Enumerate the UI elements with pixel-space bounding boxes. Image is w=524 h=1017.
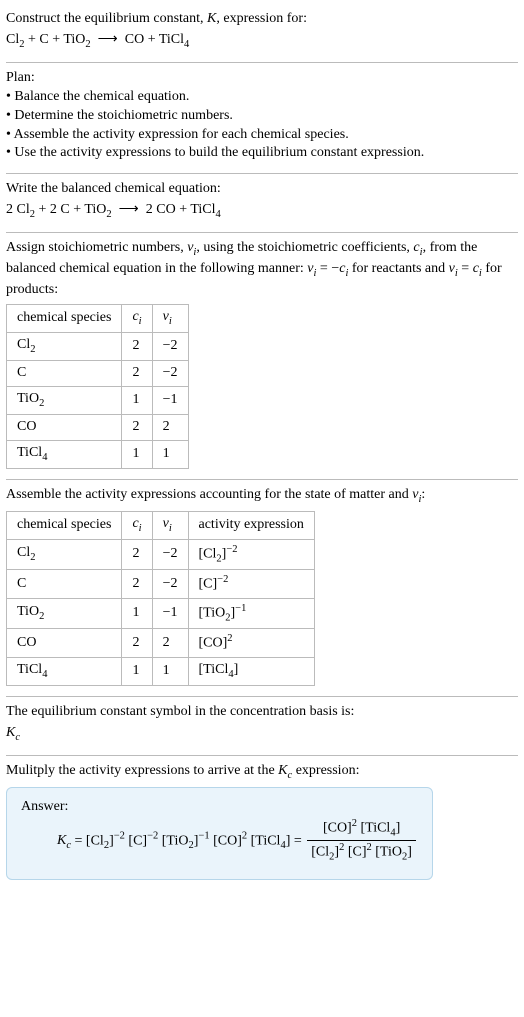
table-row: TiCl4 1 1 [7,440,189,468]
kc-symbol: Kc [6,724,518,745]
activity-table: chemical species ci νi activity expressi… [6,511,315,686]
col-ci: ci [122,511,152,539]
cell-species: TiCl4 [7,440,122,468]
stoichiometric-numbers-section: Assign stoichiometric numbers, νi, using… [6,233,518,479]
cell-species: CO [7,414,122,440]
cell-species: Cl2 [7,332,122,360]
kc-symbol-section: The equilibrium constant symbol in the c… [6,697,518,756]
problem-line-1: Construct the equilibrium constant, K, e… [6,10,518,29]
table-row: Cl2 2 −2 [Cl2]−2 [7,539,315,570]
stoich-table: chemical species ci νi Cl2 2 −2 C 2 −2 T… [6,304,189,469]
cell-activity: [TiO2]−1 [188,598,314,629]
cell-species: C [7,570,122,599]
balanced-equation-label: Write the balanced chemical equation: [6,180,518,199]
table-header-row: chemical species ci νi activity expressi… [7,511,315,539]
balanced-equation: 2 Cl2 + 2 C + TiO2 ⟶ 2 CO + TiCl4 [6,201,518,222]
cell-ci: 2 [122,539,152,570]
cell-nui: −2 [152,539,188,570]
cell-ci: 2 [122,332,152,360]
col-species: chemical species [7,511,122,539]
cell-ci: 1 [122,386,152,414]
cell-activity: [CO]2 [188,629,314,658]
plan: Plan: • Balance the chemical equation. •… [6,63,518,174]
fraction-denominator: [Cl2]2 [C]2 [TiO2] [307,841,416,865]
cell-nui: −1 [152,598,188,629]
cell-species: C [7,360,122,386]
cell-nui: −2 [152,360,188,386]
cell-ci: 2 [122,414,152,440]
cell-ci: 1 [122,657,152,685]
table-row: Cl2 2 −2 [7,332,189,360]
balanced-equation-section: Write the balanced chemical equation: 2 … [6,174,518,233]
table-row: C 2 −2 [C]−2 [7,570,315,599]
problem-statement: Construct the equilibrium constant, K, e… [6,4,518,63]
activity-intro: Assemble the activity expressions accoun… [6,486,518,507]
activity-expressions-section: Assemble the activity expressions accoun… [6,480,518,697]
stoich-intro: Assign stoichiometric numbers, νi, using… [6,239,518,300]
final-section: Mulitply the activity expressions to arr… [6,756,518,890]
plan-item-4: • Use the activity expressions to build … [6,144,518,163]
col-nui: νi [152,305,188,333]
cell-activity: [Cl2]−2 [188,539,314,570]
cell-nui: −2 [152,570,188,599]
col-nui: νi [152,511,188,539]
answer-box: Answer: Kc = [Cl2]−2 [C]−2 [TiO2]−1 [CO]… [6,787,433,880]
kc-symbol-label: The equilibrium constant symbol in the c… [6,703,518,722]
cell-ci: 2 [122,360,152,386]
plan-item-3: • Assemble the activity expression for e… [6,126,518,145]
cell-nui: 2 [152,414,188,440]
multiply-instruction: Mulitply the activity expressions to arr… [6,762,518,783]
table-row: TiCl4 1 1 [TiCl4] [7,657,315,685]
cell-ci: 2 [122,629,152,658]
table-row: CO 2 2 [CO]2 [7,629,315,658]
table-row: CO 2 2 [7,414,189,440]
table-row: TiO2 1 −1 [7,386,189,414]
cell-nui: −2 [152,332,188,360]
fraction-numerator: [CO]2 [TiCl4] [307,817,416,842]
cell-ci: 2 [122,570,152,599]
cell-species: TiCl4 [7,657,122,685]
col-activity: activity expression [188,511,314,539]
plan-item-1: • Balance the chemical equation. [6,88,518,107]
plan-item-2: • Determine the stoichiometric numbers. [6,107,518,126]
cell-ci: 1 [122,440,152,468]
cell-nui: 1 [152,440,188,468]
cell-ci: 1 [122,598,152,629]
plan-heading: Plan: [6,69,518,88]
unbalanced-equation: Cl2 + C + TiO2 ⟶ CO + TiCl4 [6,31,518,52]
cell-species: CO [7,629,122,658]
table-header-row: chemical species ci νi [7,305,189,333]
table-row: C 2 −2 [7,360,189,386]
cell-species: TiO2 [7,386,122,414]
table-row: TiO2 1 −1 [TiO2]−1 [7,598,315,629]
answer-label: Answer: [21,798,418,817]
answer-equation: Kc = [Cl2]−2 [C]−2 [TiO2]−1 [CO]2 [TiCl4… [21,817,418,865]
col-ci: ci [122,305,152,333]
col-species: chemical species [7,305,122,333]
cell-nui: −1 [152,386,188,414]
cell-nui: 2 [152,629,188,658]
cell-activity: [TiCl4] [188,657,314,685]
cell-activity: [C]−2 [188,570,314,599]
cell-nui: 1 [152,657,188,685]
cell-species: TiO2 [7,598,122,629]
cell-species: Cl2 [7,539,122,570]
